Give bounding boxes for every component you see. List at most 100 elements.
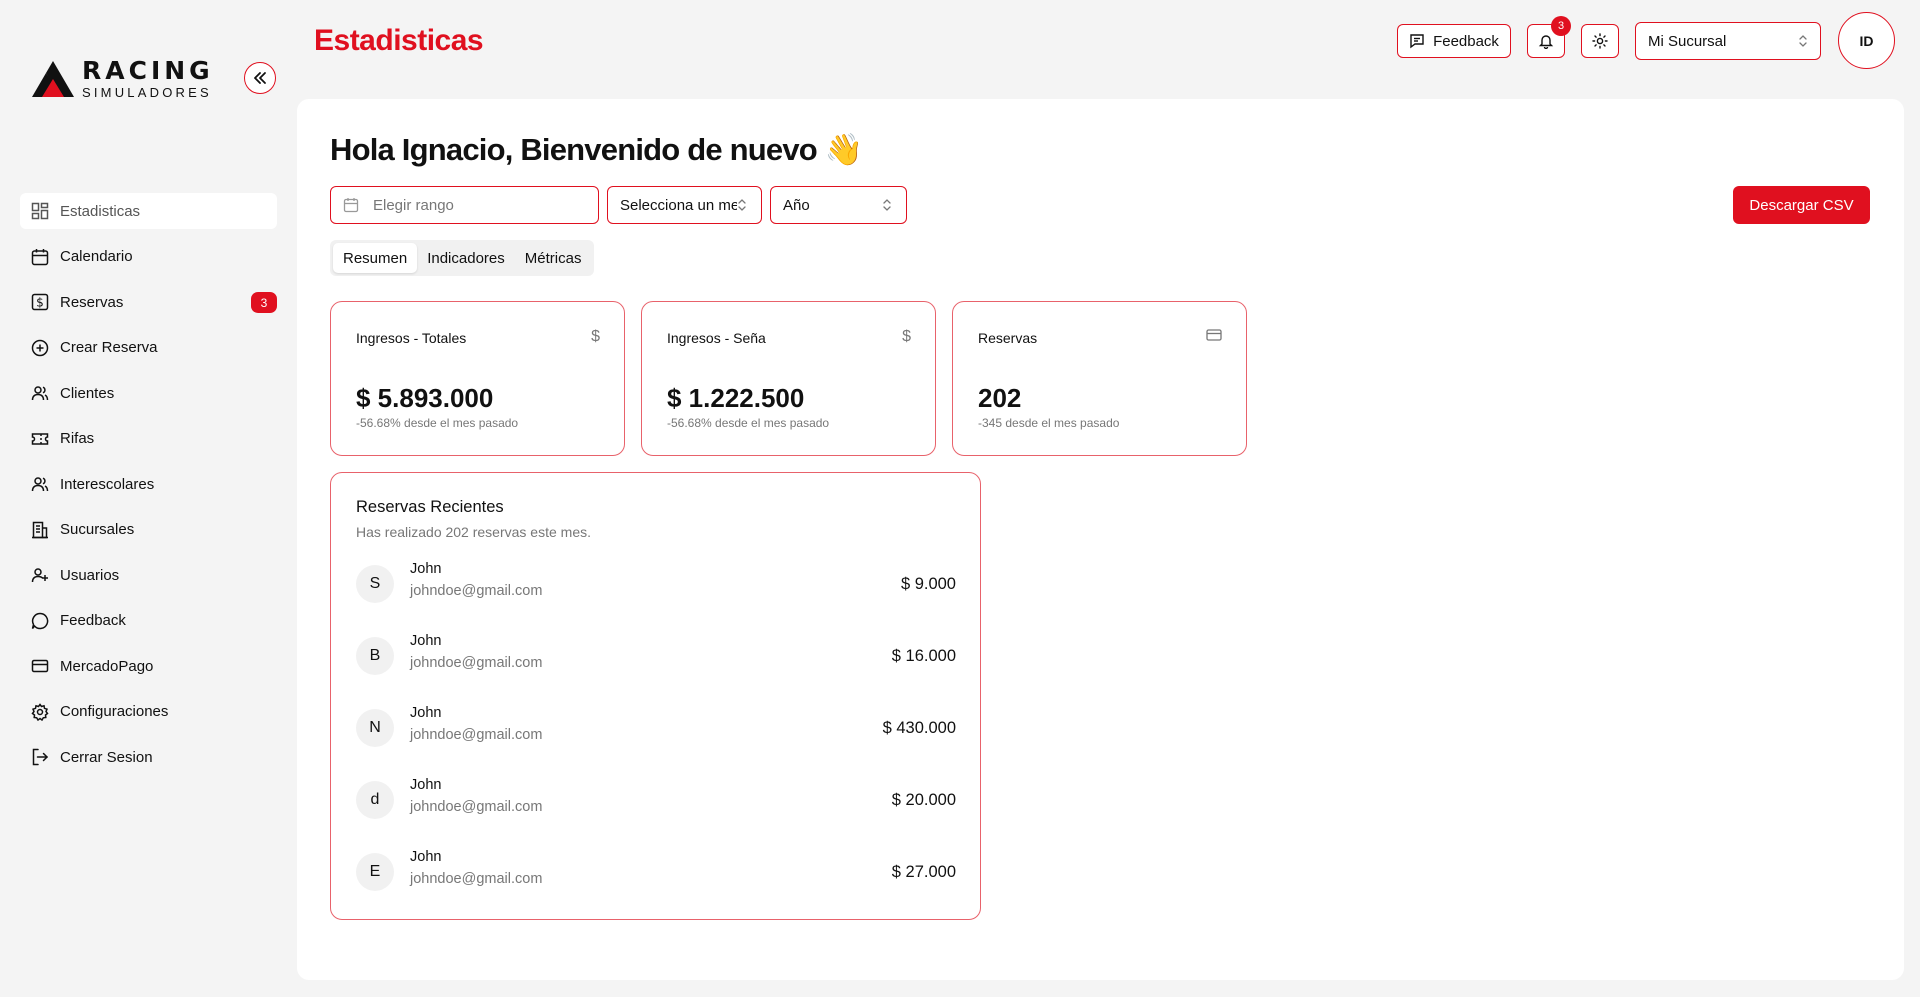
customer-name: John: [410, 561, 442, 577]
tab-indicadores[interactable]: Indicadores: [417, 243, 515, 273]
recent-reservations-card: Reservas Recientes Has realizado 202 res…: [330, 472, 981, 920]
main-panel: Hola Ignacio, Bienvenido de nuevo 👋 Eleg…: [297, 99, 1904, 980]
sidebar-item-label: Feedback: [60, 612, 126, 629]
sidebar-item-configuraciones[interactable]: Configuraciones: [20, 694, 277, 730]
sidebar-item-rifas[interactable]: Rifas: [20, 421, 277, 457]
sidebar-item-clientes[interactable]: Clientes: [20, 375, 277, 411]
reservation-amount: $ 27.000: [891, 863, 956, 881]
page-title: Estadisticas: [314, 24, 484, 57]
download-csv-button[interactable]: Descargar CSV: [1733, 186, 1870, 224]
brand-logo[interactable]: RACING SIMULADORES: [32, 58, 214, 99]
sidebar-item-usuarios[interactable]: Usuarios: [20, 557, 277, 593]
feedback-button-label: Feedback: [1433, 32, 1499, 50]
sidebar-item-label: Rifas: [60, 430, 95, 447]
brand-title: RACING: [82, 56, 214, 85]
customer-name: John: [410, 705, 442, 721]
sidebar-item-crear-reserva[interactable]: Crear Reserva: [20, 330, 277, 366]
reservation-amount: $ 9.000: [900, 575, 956, 593]
recent-list: S John johndoe@gmail.com $ 9.000 B John …: [356, 561, 956, 921]
sidebar-item-cerrar-sesion[interactable]: Cerrar Sesion: [20, 739, 277, 775]
stat-value: $ 5.893.000: [356, 383, 494, 413]
svg-text:$: $: [36, 296, 44, 310]
stat-card-ingresos-totales: Ingresos - Totales $ $ 5.893.000 -56.68%…: [330, 301, 625, 456]
sidebar: RACING SIMULADORES Estadisticas Calendar…: [0, 0, 296, 997]
list-item[interactable]: E John johndoe@gmail.com $ 27.000: [356, 849, 956, 921]
sidebar-item-label: Usuarios: [60, 566, 120, 584]
month-select-placeholder: Selecciona un mes: [620, 196, 747, 214]
recent-subtitle: Has realizado 202 reservas este mes.: [356, 524, 591, 540]
sidebar-item-label: Reservas: [60, 293, 124, 311]
feedback-button[interactable]: Feedback: [1397, 24, 1511, 58]
customer-email: johndoe@gmail.com: [410, 655, 543, 671]
reservas-count-badge: 3: [251, 292, 277, 313]
customer-name: John: [410, 633, 442, 649]
stat-card-ingresos-sena: Ingresos - Seña $ $ 1.222.500 -56.68% de…: [641, 301, 936, 456]
avatar: B: [356, 637, 394, 675]
date-range-picker[interactable]: Elegir rango: [330, 186, 599, 224]
customer-name: John: [410, 777, 442, 793]
stat-value: 202: [978, 383, 1022, 413]
list-item[interactable]: S John johndoe@gmail.com $ 9.000: [356, 561, 956, 633]
sidebar-item-feedback[interactable]: Feedback: [20, 603, 277, 639]
sidebar-item-interescolares[interactable]: Interescolares: [20, 466, 277, 502]
sidebar-nav: Estadisticas Calendario $ Reservas 3 Cre…: [20, 193, 277, 785]
stat-card-reservas: Reservas 202 -345 desde el mes pasado: [952, 301, 1247, 456]
brand-subtitle: SIMULADORES: [82, 85, 212, 100]
credit-card-icon: [1206, 328, 1222, 347]
list-item[interactable]: B John johndoe@gmail.com $ 16.000: [356, 633, 956, 705]
message-square-icon: [1410, 34, 1424, 49]
sidebar-item-calendario[interactable]: Calendario: [20, 239, 277, 275]
year-select-placeholder: Año: [783, 196, 810, 214]
avatar: N: [356, 709, 394, 747]
sidebar-item-label: Calendario: [60, 248, 133, 265]
list-item[interactable]: d John johndoe@gmail.com $ 20.000: [356, 777, 956, 849]
stat-change: -345 desde el mes pasado: [978, 416, 1120, 430]
greeting-heading: Hola Ignacio, Bienvenido de nuevo 👋: [330, 132, 863, 167]
user-avatar[interactable]: ID: [1838, 12, 1895, 69]
dashboard-icon: [30, 201, 50, 221]
avatar-initials: ID: [1859, 32, 1874, 49]
dollar-square-icon: $: [30, 292, 50, 312]
sidebar-item-label: Configuraciones: [60, 703, 169, 720]
avatar: d: [356, 781, 394, 819]
ticket-icon: [30, 429, 50, 449]
gear-icon: [30, 702, 50, 722]
theme-toggle-button[interactable]: [1581, 24, 1619, 58]
dollar-icon: $: [902, 328, 911, 345]
sidebar-item-label: Clientes: [60, 384, 115, 402]
bell-icon: [1538, 35, 1554, 49]
notifications-button[interactable]: 3: [1527, 16, 1571, 58]
stat-title: Ingresos - Totales: [356, 330, 467, 346]
branch-select[interactable]: Mi Sucursal: [1635, 22, 1821, 60]
user-plus-icon: [30, 565, 50, 585]
tab-resumen[interactable]: Resumen: [333, 243, 418, 273]
branch-select-value: Mi Sucursal: [1648, 32, 1727, 50]
date-range-placeholder: Elegir rango: [373, 196, 454, 214]
sidebar-item-label: Cerrar Sesion: [60, 748, 153, 766]
customer-email: johndoe@gmail.com: [410, 727, 543, 743]
sidebar-item-sucursales[interactable]: Sucursales: [20, 512, 277, 548]
sidebar-item-mercadopago[interactable]: MercadoPago: [20, 648, 277, 684]
collapse-sidebar-button[interactable]: [244, 62, 276, 94]
sidebar-item-estadisticas[interactable]: Estadisticas: [20, 193, 277, 229]
sidebar-item-label: Interescolares: [60, 475, 155, 493]
tabs: Resumen Indicadores Métricas: [330, 240, 595, 276]
sidebar-item-label: Estadisticas: [60, 202, 141, 220]
year-select[interactable]: Año: [770, 186, 907, 224]
chevrons-left-icon: [254, 72, 266, 84]
month-select[interactable]: Selecciona un mes: [607, 186, 762, 224]
sun-icon: [1592, 33, 1608, 49]
sidebar-item-label: Crear Reserva: [60, 339, 158, 356]
reservation-amount: $ 16.000: [891, 647, 956, 665]
tab-metricas[interactable]: Métricas: [515, 243, 592, 273]
list-item[interactable]: N John johndoe@gmail.com $ 430.000: [356, 705, 956, 777]
reservation-amount: $ 20.000: [891, 791, 956, 809]
dollar-icon: $: [591, 328, 600, 345]
notifications-badge: 3: [1551, 16, 1571, 36]
customer-name: John: [410, 849, 442, 865]
stat-title: Ingresos - Seña: [667, 330, 766, 346]
reservation-amount: $ 430.000: [882, 719, 956, 737]
customer-email: johndoe@gmail.com: [410, 799, 543, 815]
customer-email: johndoe@gmail.com: [410, 583, 543, 599]
sidebar-item-reservas[interactable]: $ Reservas 3: [20, 284, 277, 320]
